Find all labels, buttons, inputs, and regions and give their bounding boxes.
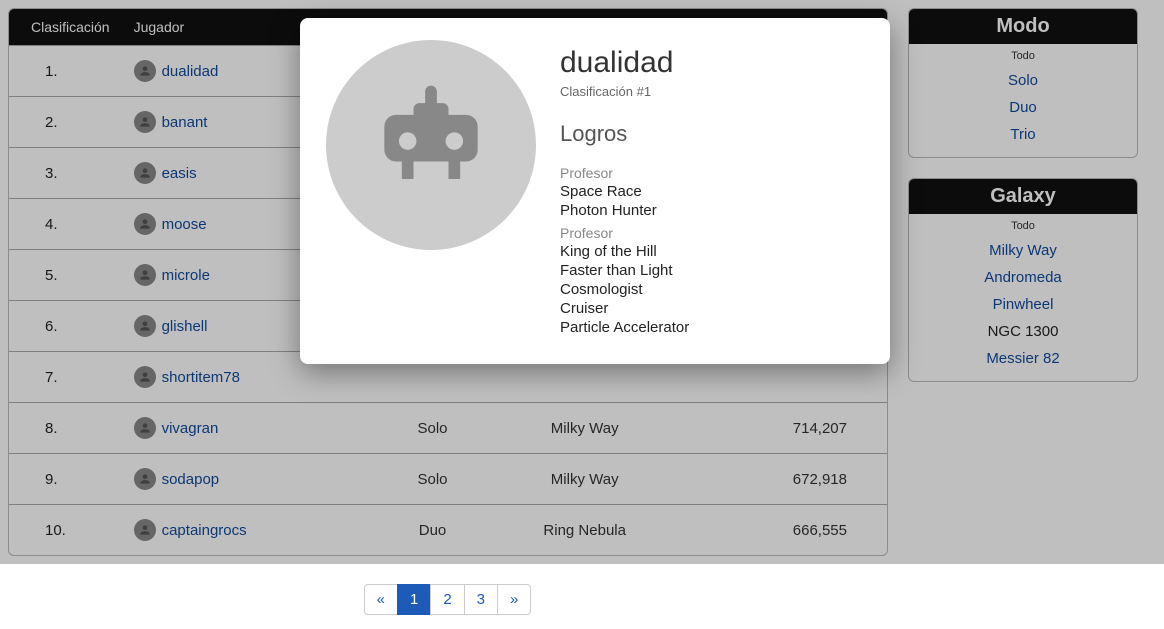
robot-icon (361, 74, 501, 217)
pager-prev[interactable]: « (364, 584, 398, 615)
profile-rank: Clasificación #1 (560, 84, 864, 99)
achievement-item: Cruiser (560, 300, 864, 317)
achievements-heading: Logros (560, 121, 864, 147)
achievement-item: King of the Hill (560, 243, 864, 260)
player-profile-modal: dualidad Clasificación #1 Logros Profeso… (300, 18, 890, 364)
pager-page-2[interactable]: 2 (430, 584, 464, 615)
pager-page-1[interactable]: 1 (397, 584, 431, 615)
achievement-item: Particle Accelerator (560, 319, 864, 336)
achievement-item: Cosmologist (560, 281, 864, 298)
achievement-item: Photon Hunter (560, 202, 864, 219)
achievement-group-label: Profesor (560, 225, 864, 241)
achievement-group-label: Profesor (560, 165, 864, 181)
pager-next[interactable]: » (497, 584, 531, 615)
achievement-item: Faster than Light (560, 262, 864, 279)
pagination: «123» (8, 574, 888, 629)
profile-avatar (326, 40, 536, 250)
profile-name: dualidad (560, 46, 864, 80)
achievement-item: Space Race (560, 183, 864, 200)
pager-page-3[interactable]: 3 (464, 584, 498, 615)
